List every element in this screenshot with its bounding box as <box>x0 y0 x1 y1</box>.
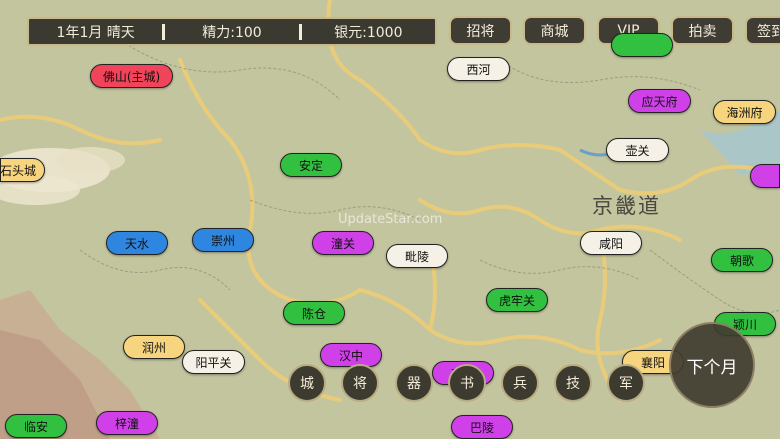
auction-button[interactable]: 拍卖 <box>671 16 734 45</box>
watermark: UpdateStar.com <box>338 212 443 227</box>
city-lin-an[interactable]: 临安 <box>5 414 67 438</box>
city-zitong[interactable]: 梓潼 <box>96 411 158 435</box>
equipment-menu-button[interactable]: 器 <box>395 364 433 402</box>
city-shitoucheng[interactable]: 石头城 <box>0 158 45 182</box>
signin-button[interactable]: 签到 <box>745 16 780 45</box>
city-xihe[interactable]: 西河 <box>447 57 510 81</box>
city-hanzhong[interactable]: 汉中 <box>320 343 382 367</box>
city-piling[interactable]: 毗陵 <box>386 244 448 268</box>
city-chongzhou[interactable]: 崇州 <box>192 228 254 252</box>
silver-value: 银元:1000 <box>334 24 403 41</box>
city-huguan[interactable]: 壶关 <box>606 138 669 162</box>
skill-menu-button[interactable]: 技 <box>554 364 592 402</box>
city-anding[interactable]: 安定 <box>280 153 342 177</box>
city-foshan-capital[interactable]: 佛山(主城) <box>90 64 173 88</box>
next-month-button[interactable]: 下个月 <box>669 322 755 408</box>
energy-value: 精力:100 <box>202 24 262 41</box>
soldier-menu-button[interactable]: 兵 <box>501 364 539 402</box>
city-tianshui[interactable]: 天水 <box>106 231 168 255</box>
city-hulaoguan[interactable]: 虎牢关 <box>486 288 548 312</box>
city-chaoge[interactable]: 朝歌 <box>711 248 773 272</box>
city-tongguan[interactable]: 潼关 <box>312 231 374 255</box>
general-menu-button[interactable]: 将 <box>341 364 379 402</box>
city-edge-purple[interactable] <box>750 164 780 188</box>
region-label: 京畿道 <box>592 194 661 218</box>
city-yingtianfu[interactable]: 应天府 <box>628 89 691 113</box>
recruit-button[interactable]: 招将 <box>449 16 512 45</box>
city-huguan-top[interactable]: 壶关 <box>611 33 673 57</box>
army-menu-button[interactable]: 军 <box>607 364 645 402</box>
status-bar: 1年1月 晴天 精力:100 银元:1000 <box>27 17 437 46</box>
city-runzhou[interactable]: 润州 <box>123 335 185 359</box>
city-chencang[interactable]: 陈仓 <box>283 301 345 325</box>
city-baling[interactable]: 巴陵 <box>451 415 513 439</box>
city-menu-button[interactable]: 城 <box>288 364 326 402</box>
date-weather: 1年1月 晴天 <box>56 24 135 41</box>
shop-button[interactable]: 商城 <box>523 16 586 45</box>
city-haizhoufu[interactable]: 海洲府 <box>713 100 776 124</box>
book-menu-button[interactable]: 书 <box>448 364 486 402</box>
city-yangpingguan[interactable]: 阳平关 <box>182 350 245 374</box>
city-xianyang[interactable]: 咸阳 <box>580 231 642 255</box>
